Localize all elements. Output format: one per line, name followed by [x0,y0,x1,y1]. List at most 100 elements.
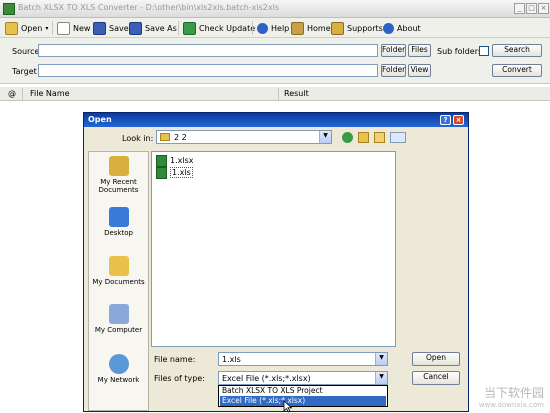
chevron-down-icon[interactable]: ▼ [319,131,331,143]
source-label: Source [12,47,40,56]
about-button[interactable]: About [383,20,421,36]
check-update-label: Check Update [199,23,256,33]
supports-button[interactable]: Supports [331,20,383,36]
target-input[interactable] [38,64,378,77]
check-update-button[interactable]: Check Update [183,20,255,36]
excel-file-icon [156,154,167,167]
column-result[interactable]: Result [284,89,309,98]
supports-icon [331,21,344,35]
files-of-type-dropdown[interactable]: Excel File (*.xls;*.xlsx) ▼ [218,371,388,385]
close-button[interactable]: × [538,3,549,14]
update-icon [183,21,196,35]
save-disk-icon [93,21,106,35]
place-label: My Network [97,376,140,384]
new-folder-icon[interactable] [374,132,385,143]
dialog-title-bar: Open ? × [84,113,468,127]
save-as-label: Save As [145,23,177,33]
column-divider [278,88,279,100]
file-name-input[interactable]: 1.xls ▼ [218,352,388,366]
save-as-disk-icon [129,21,142,35]
file-item[interactable]: 1.xls [156,166,193,179]
dropdown-arrow-icon: ▾ [45,24,49,32]
open-label: Open [21,23,43,33]
save-button[interactable]: Save [93,20,129,36]
view-button[interactable]: View [408,64,431,77]
home-button[interactable]: Home [291,20,331,36]
dialog-open-button[interactable]: Open [412,352,460,366]
dialog-title: Open [88,115,112,124]
files-of-type-label: Files of type: [154,374,205,383]
chevron-down-icon[interactable]: ▼ [375,372,387,384]
target-label: Target [12,67,37,76]
dialog-help-button[interactable]: ? [440,115,451,125]
file-name-label: File name: [154,355,196,364]
toolbar-separator [178,21,179,35]
desktop-icon [108,207,129,227]
supports-label: Supports [347,23,383,33]
open-button[interactable]: Open ▾ [5,20,48,36]
file-name: 1.xlsx [170,156,194,165]
type-option-project[interactable]: Batch XLSX TO XLS Project [220,386,386,396]
source-input[interactable] [38,44,378,57]
place-my-recent-documents[interactable]: My Recent Documents [89,156,148,204]
file-list[interactable]: 1.xlsx 1.xls [151,151,396,347]
watermark-text: 当下软件园 [483,386,544,400]
recent-documents-icon [108,156,129,176]
dialog-cancel-button[interactable]: Cancel [412,371,460,385]
place-desktop[interactable]: Desktop [89,207,148,255]
place-my-network[interactable]: My Network [89,354,148,402]
source-folder-button[interactable]: Folder [381,44,406,57]
file-name-value: 1.xls [222,355,241,364]
open-folder-icon [5,21,18,35]
file-item[interactable]: 1.xlsx [156,154,194,167]
convert-button[interactable]: Convert [492,64,542,77]
places-bar: My Recent Documents Desktop My Documents… [88,151,149,411]
sub-folders-label: Sub folders [437,47,483,56]
save-as-button[interactable]: Save As [129,20,177,36]
files-button[interactable]: Files [408,44,431,57]
watermark-url: www.downxia.com [478,401,544,409]
look-in-dropdown[interactable]: 2 2 ▼ [156,130,332,144]
help-icon [257,22,268,34]
open-dialog: Open ? × Look in: 2 2 ▼ My Recent Docume… [83,112,469,412]
back-icon[interactable] [342,132,353,143]
search-button[interactable]: Search [492,44,542,57]
target-folder-button[interactable]: Folder [381,64,406,77]
place-my-computer[interactable]: My Computer [89,304,148,352]
about-label: About [397,23,421,33]
window-title: Batch XLSX TO XLS Converter - D:\other\b… [18,3,279,12]
column-status[interactable]: @ [8,89,16,98]
files-of-type-value: Excel File (*.xls;*.xlsx) [222,374,311,383]
chevron-down-icon[interactable]: ▼ [375,353,387,365]
my-documents-icon [108,256,129,276]
place-label: My Computer [94,326,143,334]
help-button[interactable]: Help [257,20,289,36]
new-button[interactable]: New [57,20,90,36]
sub-folders-checkbox[interactable] [479,46,489,56]
place-my-documents[interactable]: My Documents [89,256,148,304]
new-file-icon [57,21,70,35]
mouse-cursor-icon [283,400,293,413]
place-label: My Recent Documents [98,178,139,194]
app-icon [3,3,15,15]
view-menu-icon[interactable] [390,132,406,143]
file-list-header: @ File Name Result [0,87,550,101]
column-divider [22,88,23,100]
my-computer-icon [108,304,129,324]
minimize-button[interactable]: _ [514,3,525,14]
look-in-label: Look in: [122,134,154,143]
new-label: New [73,23,91,33]
title-bar: Batch XLSX TO XLS Converter - D:\other\b… [0,0,550,18]
column-file-name[interactable]: File Name [30,89,70,98]
excel-file-icon [156,166,167,179]
toolbar-separator [52,21,53,35]
my-network-icon [108,354,129,374]
type-option-excel[interactable]: Excel File (*.xls;*.xlsx) [220,396,386,406]
place-label: Desktop [104,229,133,237]
up-folder-icon[interactable] [358,132,369,143]
source-target-panel: Source Folder Files Sub folders Search T… [0,38,550,84]
dialog-close-button[interactable]: × [453,115,464,125]
maximize-button[interactable]: □ [526,3,537,14]
toolbar: Open ▾ New Save Save As Check Update Hel… [0,18,550,38]
place-label: My Documents [92,278,145,286]
